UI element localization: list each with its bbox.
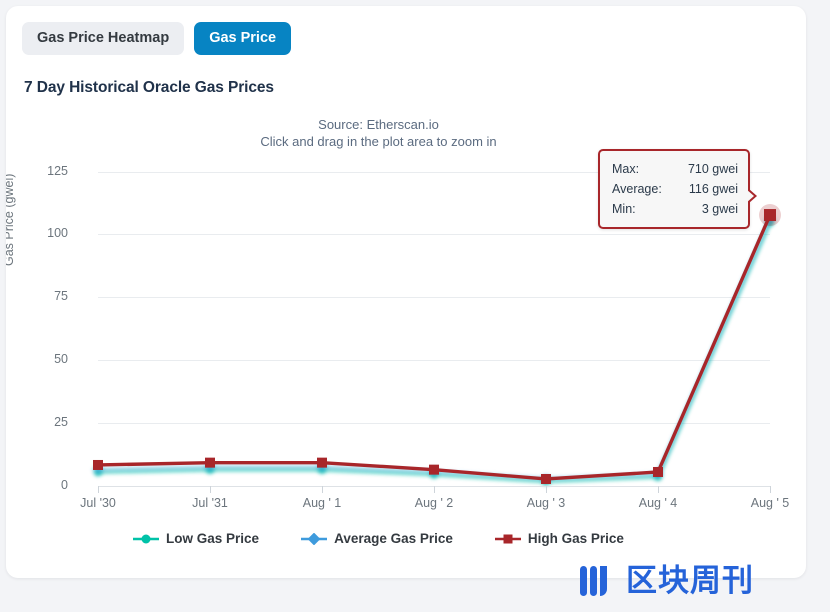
legend-label-high: High Gas Price — [527, 531, 624, 546]
y-tick-0: 0 — [61, 478, 68, 492]
chart-subtitle: Source: Etherscan.io Click and drag in t… — [6, 116, 751, 150]
legend-item-high-gas-price[interactable]: High Gas Price — [494, 531, 624, 546]
chart-legend: Low Gas Price Average Gas Price High Gas… — [6, 531, 751, 546]
legend-marker-square-icon — [494, 534, 521, 543]
x-tick-label: Aug ' 4 — [638, 496, 678, 510]
tooltip-value-max: 710 gwei — [687, 162, 738, 176]
x-tick-mark — [658, 486, 659, 493]
tooltip-row-max: Max: 710 gwei — [612, 159, 738, 179]
legend-item-low-gas-price[interactable]: Low Gas Price — [133, 531, 259, 546]
x-tick-mark — [98, 486, 99, 493]
watermark: 区块周刊 — [578, 562, 754, 600]
gas-price-card: Gas Price Heatmap Gas Price 7 Day Histor… — [6, 6, 806, 578]
chart-hint-line: Click and drag in the plot area to zoom … — [260, 134, 497, 149]
x-tick-label: Jul '30 — [80, 496, 116, 510]
data-point-marker[interactable] — [317, 457, 327, 468]
data-point-marker[interactable] — [205, 457, 215, 468]
legend-marker-diamond-icon — [301, 532, 328, 545]
highlighted-data-point[interactable] — [764, 209, 776, 222]
tooltip-row-min: Min: 3 gwei — [612, 199, 738, 219]
y-tick-125: 125 — [47, 164, 68, 178]
data-point-marker[interactable] — [429, 464, 439, 475]
y-tick-100: 100 — [47, 226, 68, 240]
legend-item-average-gas-price[interactable]: Average Gas Price — [301, 531, 453, 546]
tooltip-key-min: Min: — [612, 202, 636, 216]
page-title: 7 Day Historical Oracle Gas Prices — [24, 79, 274, 96]
x-tick-mark — [210, 486, 211, 493]
chart-source-line: Source: Etherscan.io — [318, 117, 439, 132]
tooltip-value-average: 116 gwei — [688, 182, 738, 196]
watermark-text: 区块周刊 — [626, 562, 754, 599]
tooltip-row-average: Average: 116 gwei — [612, 179, 738, 199]
y-axis-title: Gas Price (gwei) — [6, 173, 16, 266]
data-point-marker[interactable] — [541, 473, 551, 484]
x-tick-label: Aug ' 1 — [302, 496, 342, 510]
legend-label-low: Low Gas Price — [166, 531, 260, 546]
tab-bar: Gas Price Heatmap Gas Price — [22, 22, 292, 55]
x-tick-label: Aug ' 3 — [526, 496, 566, 510]
watermark-logo-icon — [580, 566, 607, 596]
tooltip-arrow-fill — [746, 189, 754, 203]
legend-label-average: Average Gas Price — [334, 531, 453, 546]
x-tick-label: Aug ' 5 — [750, 496, 790, 510]
tooltip-key-max: Max: — [612, 162, 640, 176]
y-tick-25: 25 — [54, 415, 68, 429]
x-tick-label: Aug ' 2 — [414, 496, 454, 510]
data-point-marker[interactable] — [93, 459, 103, 470]
x-tick-mark — [546, 486, 547, 493]
page-root: Gas Price Heatmap Gas Price 7 Day Histor… — [0, 0, 830, 612]
x-tick-mark — [434, 486, 435, 493]
tab-gas-price-heatmap[interactable]: Gas Price Heatmap — [22, 22, 185, 55]
tab-gas-price[interactable]: Gas Price — [194, 22, 292, 55]
data-tooltip: Max: 710 gwei Average: 116 gwei Min: 3 g… — [598, 149, 757, 229]
tooltip-value-min: 3 gwei — [701, 202, 738, 216]
x-tick-mark — [770, 486, 771, 493]
tooltip-key-average: Average: — [612, 182, 662, 196]
x-tick-label: Jul '31 — [192, 496, 228, 510]
y-tick-75: 75 — [54, 289, 68, 303]
legend-marker-circle-icon — [133, 534, 160, 543]
y-tick-50: 50 — [54, 352, 68, 366]
data-point-marker[interactable] — [653, 466, 663, 477]
x-tick-mark — [322, 486, 323, 493]
